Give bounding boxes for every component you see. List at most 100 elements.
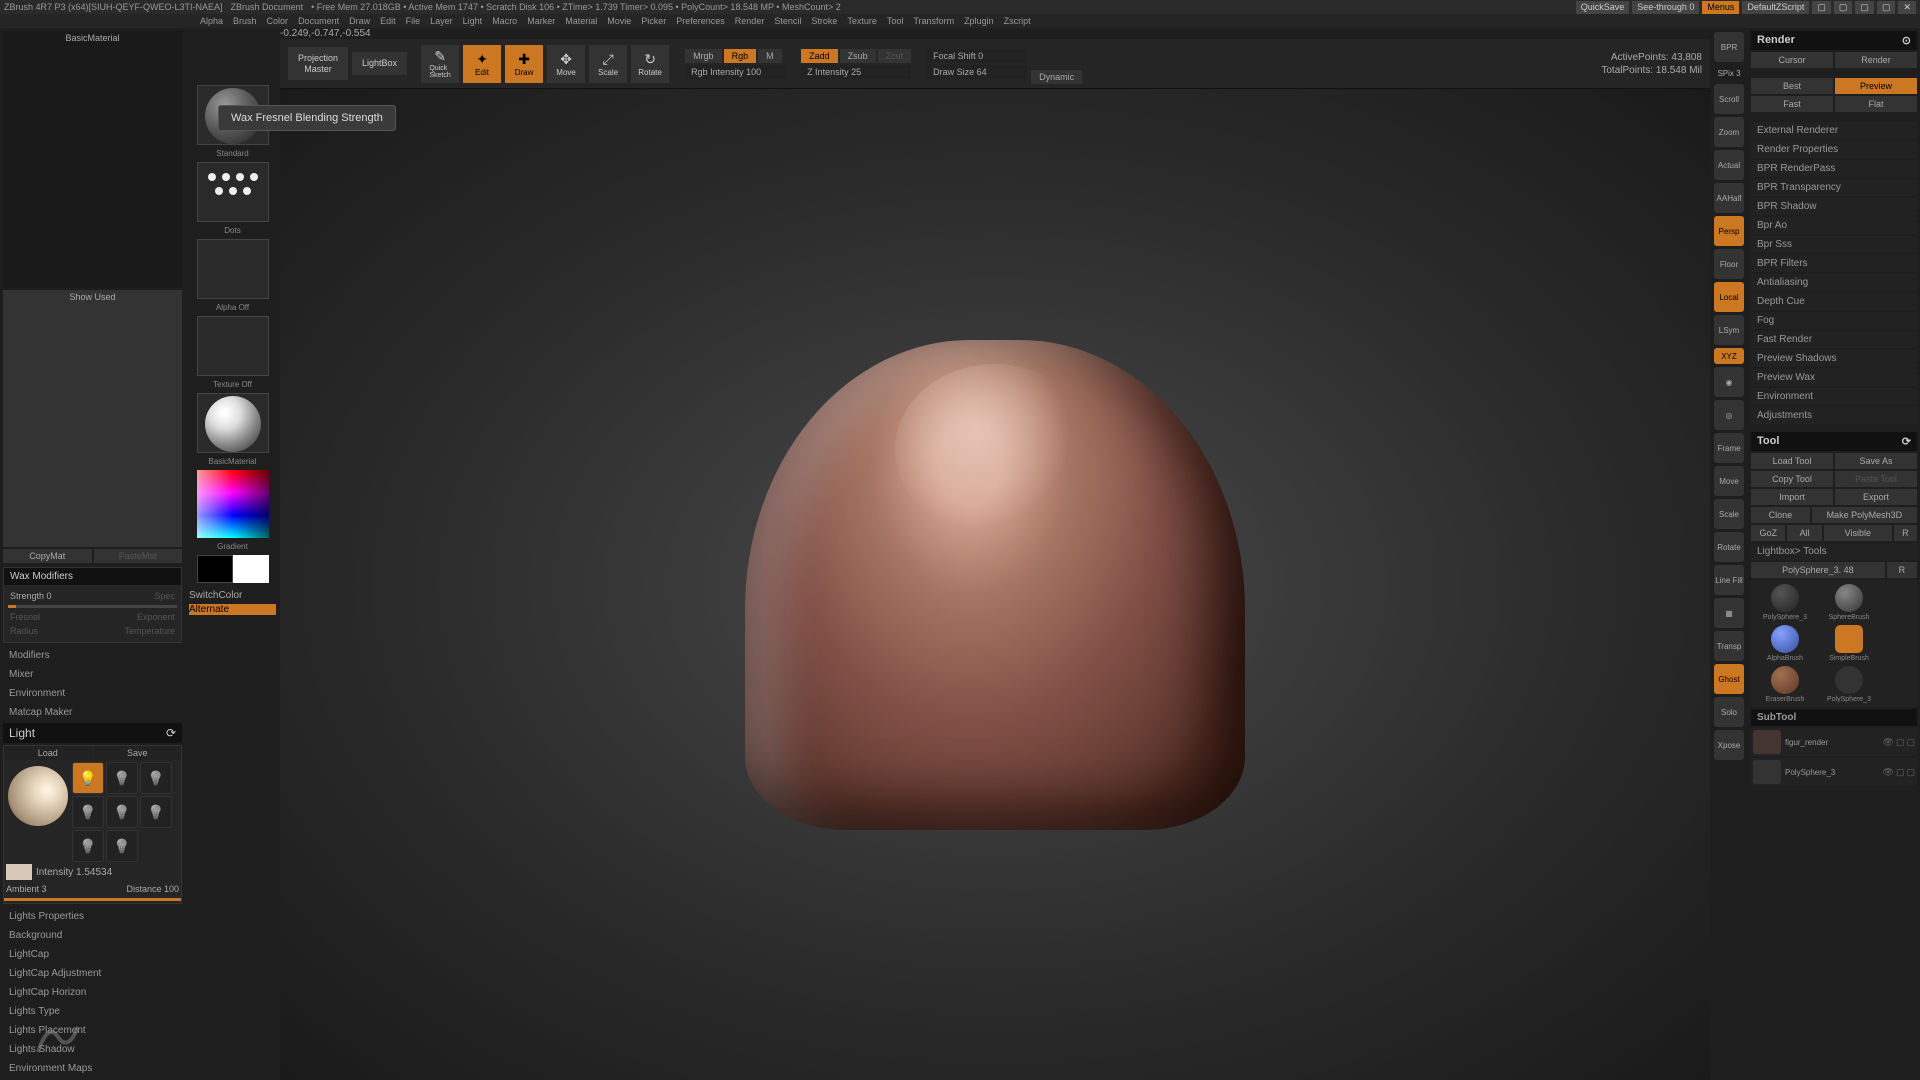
- paste-tool-button[interactable]: Paste Tool: [1835, 471, 1917, 487]
- subtool-header[interactable]: SubTool: [1751, 709, 1917, 726]
- scale-view-button[interactable]: Scale: [1714, 499, 1744, 529]
- preview-shadows-item[interactable]: Preview Shadows: [1751, 350, 1917, 367]
- make-polymesh-button[interactable]: Make PolyMesh3D: [1812, 507, 1917, 523]
- line-fill-button[interactable]: Line Fill: [1714, 565, 1744, 595]
- alternate-button[interactable]: Alternate: [189, 604, 276, 615]
- environment-item[interactable]: Environment: [1751, 388, 1917, 405]
- paint-icon[interactable]: ▢: [1906, 737, 1915, 748]
- m-button[interactable]: M: [758, 49, 782, 63]
- floor-button[interactable]: Floor: [1714, 249, 1744, 279]
- copy-tool-button[interactable]: Copy Tool: [1751, 471, 1833, 487]
- material-thumbnail[interactable]: [197, 393, 269, 453]
- menu-tool[interactable]: Tool: [887, 16, 904, 26]
- tool-thumb[interactable]: SphereBrush: [1819, 584, 1879, 621]
- active-tool-label[interactable]: PolySphere_3. 48: [1751, 562, 1885, 578]
- goz-button[interactable]: GoZ: [1751, 525, 1785, 541]
- rgb-button[interactable]: Rgb: [724, 49, 757, 63]
- scale-mode-button[interactable]: ⤢Scale: [589, 45, 627, 83]
- aahalf-button[interactable]: AAHalf: [1714, 183, 1744, 213]
- menu-zplugin[interactable]: Zplugin: [964, 16, 994, 26]
- light-slot-4[interactable]: [72, 796, 104, 828]
- secondary-color-swatch[interactable]: [197, 555, 233, 583]
- export-button[interactable]: Export: [1835, 489, 1917, 505]
- menu-draw[interactable]: Draw: [349, 16, 370, 26]
- menu-movie[interactable]: Movie: [607, 16, 631, 26]
- bpr-sss-item[interactable]: Bpr Sss: [1751, 236, 1917, 253]
- load-tool-button[interactable]: Load Tool: [1751, 453, 1833, 469]
- radius-slider[interactable]: Radius: [10, 626, 38, 636]
- fresnel-slider[interactable]: Fresnel: [10, 612, 40, 622]
- xyz-button[interactable]: XYZ: [1714, 348, 1744, 364]
- rotate-mode-button[interactable]: ↻Rotate: [631, 45, 669, 83]
- preview-button[interactable]: Preview: [1835, 78, 1917, 94]
- antialiasing-item[interactable]: Antialiasing: [1751, 274, 1917, 291]
- light-direction-sphere[interactable]: [8, 766, 68, 826]
- flat-button[interactable]: Flat: [1835, 96, 1917, 112]
- copymat-button[interactable]: CopyMat: [3, 549, 92, 563]
- depth-cue-item[interactable]: Depth Cue: [1751, 293, 1917, 310]
- tool-panel-header[interactable]: Tool: [1757, 435, 1779, 448]
- goz-all-button[interactable]: All: [1787, 525, 1821, 541]
- matcap-maker-section[interactable]: Matcap Maker: [3, 704, 182, 721]
- viewport-canvas[interactable]: [280, 89, 1710, 1080]
- light-slot-3[interactable]: [140, 762, 172, 794]
- menu-marker[interactable]: Marker: [527, 16, 555, 26]
- bpr-filters-item[interactable]: BPR Filters: [1751, 255, 1917, 272]
- bpr-shadow-item[interactable]: BPR Shadow: [1751, 198, 1917, 215]
- edit-mode-button[interactable]: ✦Edit: [463, 45, 501, 83]
- light-color-swatch[interactable]: [6, 864, 32, 880]
- move-view-button[interactable]: Move: [1714, 466, 1744, 496]
- switch-color-button[interactable]: SwitchColor: [189, 590, 276, 601]
- light-slot-6[interactable]: [140, 796, 172, 828]
- menu-layer[interactable]: Layer: [430, 16, 453, 26]
- move-mode-button[interactable]: ✥Move: [547, 45, 585, 83]
- fast-button[interactable]: Fast: [1751, 96, 1833, 112]
- wax-modifiers-header[interactable]: Wax Modifiers: [4, 568, 181, 585]
- fog-item[interactable]: Fog: [1751, 312, 1917, 329]
- nav-button[interactable]: ◉: [1714, 367, 1744, 397]
- menus-button[interactable]: Menus: [1702, 1, 1739, 14]
- menu-stroke[interactable]: Stroke: [811, 16, 837, 26]
- seethrough-control[interactable]: See-through 0: [1632, 1, 1699, 14]
- temperature-slider[interactable]: Temperature: [124, 626, 175, 636]
- window-min-icon[interactable]: ▢: [1812, 1, 1831, 14]
- subtool-item[interactable]: PolySphere_3 👁▢▢: [1751, 758, 1917, 786]
- bpr-ao-item[interactable]: Bpr Ao: [1751, 217, 1917, 234]
- stroke-thumbnail[interactable]: [197, 162, 269, 222]
- tool-r-button[interactable]: R: [1887, 562, 1917, 578]
- pastemat-button[interactable]: PasteMat: [94, 549, 183, 563]
- tool-thumb[interactable]: AlphaBrush: [1755, 625, 1815, 662]
- refresh-icon[interactable]: ⟳: [1902, 435, 1911, 448]
- menu-macro[interactable]: Macro: [492, 16, 517, 26]
- menu-document[interactable]: Document: [298, 16, 339, 26]
- lightcap-adjustment-item[interactable]: LightCap Adjustment: [3, 965, 182, 982]
- projection-master-button[interactable]: Projection Master: [288, 47, 348, 81]
- texture-thumbnail[interactable]: [197, 316, 269, 376]
- zoom-button[interactable]: Zoom: [1714, 117, 1744, 147]
- environment-maps-item[interactable]: Environment Maps: [3, 1060, 182, 1077]
- light-slot-8[interactable]: [106, 830, 138, 862]
- draw-mode-button[interactable]: ✚Draw: [505, 45, 543, 83]
- zsub-button[interactable]: Zsub: [840, 49, 876, 63]
- light-save-button[interactable]: Save: [94, 746, 182, 760]
- paint-icon[interactable]: ▢: [1906, 767, 1915, 778]
- render-panel-header[interactable]: Render: [1757, 34, 1795, 47]
- light-slot-1[interactable]: [72, 762, 104, 794]
- menu-material[interactable]: Material: [565, 16, 597, 26]
- light-slot-2[interactable]: [106, 762, 138, 794]
- gradient-label[interactable]: Gradient: [189, 541, 276, 552]
- persp-button[interactable]: Persp: [1714, 216, 1744, 246]
- best-button[interactable]: Best: [1751, 78, 1833, 94]
- show-used-button[interactable]: Show Used: [3, 290, 182, 547]
- light-load-button[interactable]: Load: [4, 746, 92, 760]
- eye-icon[interactable]: 👁: [1883, 767, 1894, 778]
- light-slot-7[interactable]: [72, 830, 104, 862]
- polyframe-button[interactable]: ▦: [1714, 598, 1744, 628]
- save-as-button[interactable]: Save As: [1835, 453, 1917, 469]
- exponent-slider[interactable]: Exponent: [137, 612, 175, 622]
- default-script-button[interactable]: DefaultZScript: [1742, 1, 1809, 14]
- window-icon[interactable]: ▢: [1855, 1, 1874, 14]
- pin-icon[interactable]: ⊙: [1902, 34, 1911, 47]
- light-panel-header[interactable]: Light: [9, 726, 35, 740]
- environment-section[interactable]: Environment: [3, 685, 182, 702]
